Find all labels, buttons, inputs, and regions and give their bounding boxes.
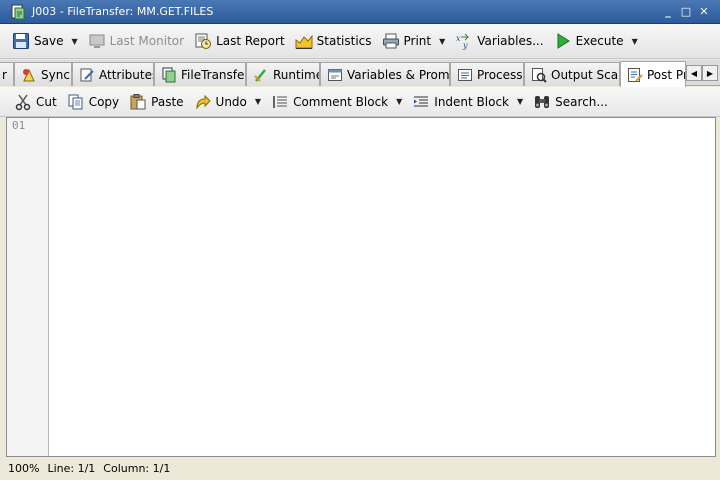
- last-report-label: Last Report: [216, 34, 285, 48]
- indent-block-dropdown-arrow[interactable]: ▼: [517, 97, 523, 106]
- statistics-chart-icon: [295, 34, 313, 49]
- scissors-icon: [15, 94, 31, 110]
- last-report-button[interactable]: Last Report: [190, 29, 289, 53]
- search-button[interactable]: Search...: [529, 90, 612, 114]
- file-transfer-icon: [162, 67, 176, 82]
- variables-icon: x y: [456, 33, 470, 50]
- tab-attributes[interactable]: Attributes: [72, 62, 154, 86]
- indent-block-button[interactable]: Indent Block: [408, 90, 513, 114]
- copy-label: Copy: [88, 94, 120, 109]
- line-number: 01: [12, 119, 26, 132]
- svg-text:y: y: [462, 41, 468, 50]
- line-number-gutter: 01: [7, 118, 49, 456]
- tab-partial[interactable]: r: [0, 62, 14, 86]
- comment-block-label: Comment Block: [293, 94, 389, 109]
- copy-icon: [68, 94, 83, 109]
- job-file-icon: [11, 4, 25, 19]
- statistics-button[interactable]: Statistics: [291, 29, 376, 53]
- script-editor[interactable]: 01: [6, 117, 716, 457]
- execute-button[interactable]: Execute: [550, 29, 628, 53]
- cut-label: Cut: [36, 94, 57, 109]
- main-toolbar: Save ▼ Last Monitor Last Report Statisti…: [0, 24, 720, 59]
- variables-button[interactable]: x y Variables...: [451, 29, 547, 53]
- minimize-button[interactable]: _: [660, 4, 676, 20]
- tab-runtime-label: Runtime: [273, 67, 320, 82]
- undo-label: Undo: [215, 94, 247, 109]
- printer-icon: [382, 33, 399, 49]
- tab-attributes-label: Attributes: [99, 67, 154, 82]
- zoom-level: 100%: [8, 462, 40, 475]
- maximize-button[interactable]: □: [678, 4, 694, 20]
- comment-block-icon: [273, 95, 288, 108]
- play-icon: [557, 33, 570, 49]
- tab-output-scan-label: Output Scan: [551, 67, 620, 82]
- tab-process-label: Process: [477, 67, 523, 82]
- tab-filetransfer[interactable]: FileTransfer: [154, 62, 246, 86]
- tab-scroll-left-button[interactable]: ◀: [686, 65, 702, 81]
- print-label: Print: [403, 34, 432, 48]
- tab-sync-label: Sync: [41, 67, 70, 82]
- tab-process[interactable]: Process: [450, 62, 524, 86]
- status-bar: 100% Line: 1/1 Column: 1/1: [0, 457, 720, 480]
- clipboard-icon: [130, 93, 146, 109]
- tab-partial-label: r: [2, 67, 7, 82]
- statistics-label: Statistics: [316, 34, 372, 48]
- line-position: Line: 1/1: [47, 462, 96, 475]
- tab-post-process[interactable]: Post Pro: [620, 61, 686, 87]
- last-monitor-label: Last Monitor: [109, 34, 185, 48]
- process-icon: [458, 68, 472, 81]
- variables-prompts-icon: [328, 68, 342, 81]
- comment-block-button[interactable]: Comment Block: [267, 90, 392, 114]
- close-button[interactable]: ✕: [696, 4, 712, 20]
- runtime-icon: [254, 68, 266, 82]
- tab-bar: r Sync Attributes FileTransfer Runtime V…: [0, 60, 720, 87]
- binoculars-icon: [535, 95, 550, 108]
- save-label: Save: [34, 34, 64, 48]
- comment-block-dropdown-arrow[interactable]: ▼: [396, 97, 402, 106]
- tab-post-process-label: Post Pro: [647, 67, 685, 82]
- post-process-icon: [628, 67, 643, 82]
- print-dropdown-arrow[interactable]: ▼: [439, 37, 445, 46]
- output-scan-icon: [532, 67, 547, 83]
- search-label: Search...: [555, 94, 608, 109]
- tab-variables-prompts[interactable]: Variables & Prompts: [320, 62, 450, 86]
- column-position: Column: 1/1: [103, 462, 171, 475]
- execute-dropdown-arrow[interactable]: ▼: [632, 37, 638, 46]
- cut-button[interactable]: Cut: [10, 90, 61, 114]
- save-button[interactable]: Save: [8, 29, 67, 53]
- variables-label: Variables...: [477, 34, 544, 48]
- tab-scroll-right-button[interactable]: ▶: [702, 65, 718, 81]
- execute-label: Execute: [575, 34, 624, 48]
- svg-text:x: x: [456, 34, 461, 43]
- edit-toolbar: Cut Copy Paste Undo ▼ Comment Block ▼ In…: [0, 87, 720, 117]
- tab-sync[interactable]: Sync: [14, 62, 72, 86]
- sync-icon: [23, 68, 35, 81]
- floppy-disk-icon: [13, 33, 29, 49]
- monitor-icon: [89, 34, 105, 48]
- tab-filetransfer-label: FileTransfer: [181, 67, 246, 82]
- title-bar: J003 - FileTransfer: MM.GET.FILES _ □ ✕: [0, 0, 720, 24]
- print-button[interactable]: Print: [378, 29, 436, 53]
- window-title: J003 - FileTransfer: MM.GET.FILES: [32, 5, 214, 18]
- undo-button[interactable]: Undo: [190, 90, 251, 114]
- tab-runtime[interactable]: Runtime: [246, 62, 320, 86]
- last-monitor-button[interactable]: Last Monitor: [84, 29, 188, 53]
- undo-icon: [196, 94, 211, 110]
- tab-output-scan[interactable]: Output Scan: [524, 62, 620, 86]
- tab-variables-prompts-label: Variables & Prompts: [347, 67, 450, 82]
- indent-block-label: Indent Block: [434, 94, 510, 109]
- report-clock-icon: [195, 33, 212, 49]
- indent-icon: [414, 96, 429, 106]
- copy-button[interactable]: Copy: [63, 90, 123, 114]
- attributes-icon: [80, 68, 94, 81]
- save-dropdown-arrow[interactable]: ▼: [71, 37, 77, 46]
- paste-button[interactable]: Paste: [125, 90, 187, 114]
- undo-dropdown-arrow[interactable]: ▼: [255, 97, 261, 106]
- paste-label: Paste: [151, 94, 184, 109]
